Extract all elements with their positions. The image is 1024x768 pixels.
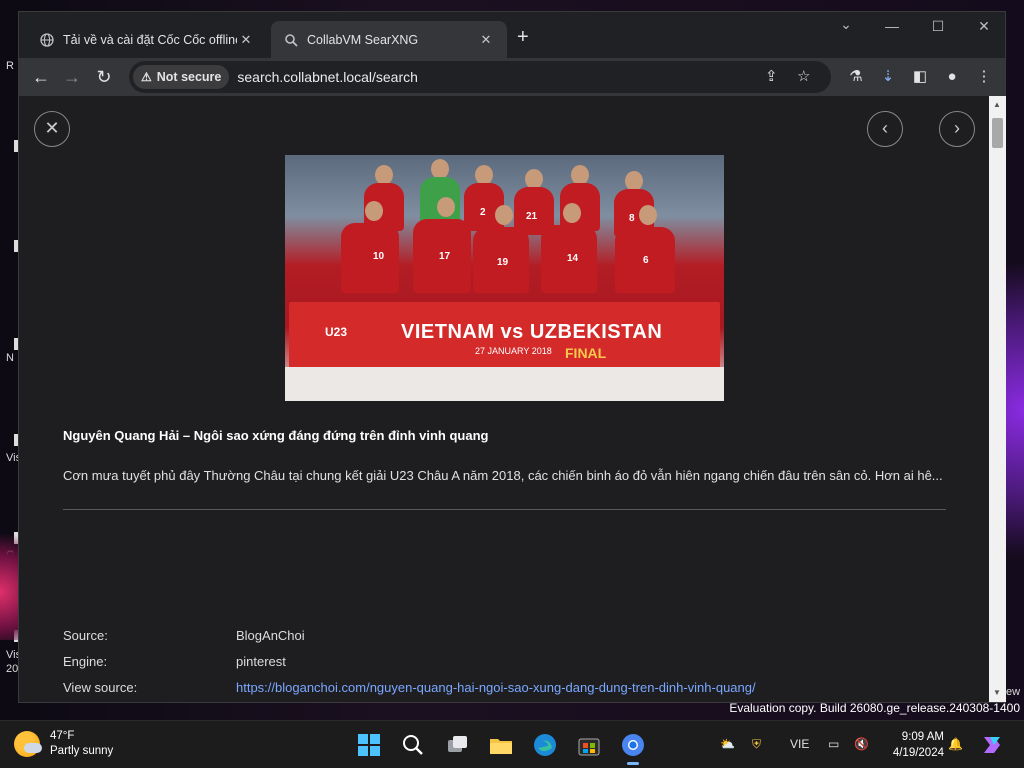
- chrome-icon[interactable]: [620, 732, 646, 765]
- result-description: Cơn mưa tuyết phủ đây Thường Châu tại ch…: [63, 468, 943, 483]
- warning-icon: ⚠: [141, 70, 152, 84]
- tab-strip: Tải về và cài đặt Cốc Cốc offline ✕ Coll…: [19, 12, 1005, 58]
- system-clock[interactable]: 9:09 AM 4/19/2024: [884, 729, 944, 761]
- globe-icon: [39, 32, 55, 48]
- jersey-number: 6: [643, 255, 649, 266]
- address-bar[interactable]: ⚠ Not secure search.collabnet.local/sear…: [129, 61, 831, 93]
- close-tab-icon[interactable]: ✕: [477, 32, 495, 48]
- search-icon[interactable]: [400, 732, 426, 758]
- jersey-number: 17: [439, 251, 451, 262]
- site-security-chip[interactable]: ⚠ Not secure: [133, 65, 230, 89]
- close-preview-button[interactable]: ✕: [34, 111, 70, 147]
- banner-title: VIETNAM vs UZBEKISTAN: [401, 321, 663, 343]
- maximize-button[interactable]: ☐: [915, 18, 961, 35]
- source-label: Source:: [63, 628, 108, 643]
- banner-final: FINAL: [565, 345, 607, 361]
- weather-widget[interactable]: 47°F Partly sunny: [14, 729, 113, 759]
- view-source-link[interactable]: https://bloganchoi.com/nguyen-quang-hai-…: [236, 680, 756, 695]
- side-panel-icon[interactable]: ◧: [907, 64, 933, 90]
- taskbar: 47°F Partly sunny ⛅ ⛨ VIE ▭ 🔇 9:09 AM 4/…: [0, 720, 1024, 768]
- start-button[interactable]: [356, 732, 382, 758]
- bookmark-star-icon[interactable]: ☆: [797, 67, 810, 85]
- snow-ground: [285, 367, 724, 401]
- microsoft-store-icon[interactable]: [576, 732, 602, 758]
- jersey-number: 21: [526, 211, 538, 222]
- weather-temp: 47°F: [50, 730, 75, 742]
- desktop-icon-label: ew: [1006, 686, 1021, 698]
- notification-bell-icon[interactable]: 🔔: [948, 737, 963, 751]
- weather-desc: Partly sunny: [50, 745, 114, 757]
- copilot-icon[interactable]: [980, 733, 1006, 759]
- page-content: ✕ ‹ › 2 21 8 10 17 19 14 6 U23 VIETNAM v…: [19, 96, 989, 702]
- security-shield-icon[interactable]: ⛨: [752, 737, 761, 752]
- wallpaper-swirl: [0, 520, 18, 640]
- page-scrollbar[interactable]: ▲ ▼: [989, 96, 1006, 702]
- wallpaper-swirl: [1004, 200, 1024, 620]
- result-image[interactable]: 2 21 8 10 17 19 14 6 U23 VIETNAM vs UZBE…: [285, 155, 724, 401]
- menu-kebab-icon[interactable]: ⋮: [971, 64, 997, 90]
- clock-date: 4/19/2024: [892, 747, 944, 759]
- jersey-number: 14: [567, 253, 579, 264]
- reload-button[interactable]: ↻: [91, 64, 117, 90]
- profile-icon[interactable]: ●: [939, 64, 965, 90]
- language-indicator[interactable]: VIE: [790, 737, 809, 751]
- edge-icon[interactable]: [532, 732, 558, 758]
- file-explorer-icon[interactable]: [488, 732, 514, 758]
- previous-result-button[interactable]: ‹: [867, 111, 903, 147]
- close-tab-icon[interactable]: ✕: [237, 32, 255, 48]
- tab-coccoc[interactable]: Tải về và cài đặt Cốc Cốc offline ✕: [27, 21, 267, 58]
- engine-label: Engine:: [63, 654, 108, 669]
- network-off-icon[interactable]: ⛅: [720, 737, 735, 751]
- result-title[interactable]: Nguyên Quang Hải – Ngôi sao xứng đáng đứ…: [63, 428, 488, 443]
- jersey-number: 2: [480, 207, 486, 218]
- next-result-button[interactable]: ›: [939, 111, 975, 147]
- tab-searxng[interactable]: CollabVM SearXNG ✕: [271, 21, 507, 58]
- desktop-icon-label: N: [6, 352, 14, 364]
- divider: [63, 509, 946, 510]
- close-window-button[interactable]: ✕: [961, 18, 1007, 35]
- url-text[interactable]: search.collabnet.local/search: [237, 69, 418, 85]
- scroll-down-icon[interactable]: ▼: [993, 688, 1001, 697]
- download-icon[interactable]: ⇣: [875, 64, 901, 90]
- volume-muted-icon[interactable]: 🔇: [854, 737, 869, 751]
- desktop-icon-label: R: [6, 60, 14, 72]
- tab-search-icon[interactable]: ⌄: [823, 16, 869, 33]
- tab-title: CollabVM SearXNG: [307, 32, 419, 47]
- evaluation-watermark: Evaluation copy. Build 26080.ge_release.…: [729, 701, 1020, 715]
- not-secure-label: Not secure: [156, 70, 222, 84]
- browser-toolbar: ← → ↻ ⚠ Not secure search.collabnet.loca…: [19, 58, 1005, 96]
- u23-logo-text: U23: [325, 325, 348, 339]
- partly-sunny-icon: [14, 731, 42, 757]
- scroll-thumb[interactable]: [992, 118, 1003, 148]
- back-button[interactable]: ←: [28, 64, 54, 90]
- tab-title: Tải về và cài đặt Cốc Cốc offline: [63, 32, 237, 47]
- engine-value: pinterest: [236, 654, 286, 669]
- display-icon[interactable]: ▭: [828, 737, 839, 751]
- jersey-number: 8: [629, 213, 635, 224]
- share-icon[interactable]: ⇪: [765, 67, 778, 85]
- scroll-up-icon[interactable]: ▲: [993, 100, 1001, 109]
- forward-button[interactable]: →: [59, 64, 85, 90]
- searxng-icon: [283, 32, 299, 48]
- browser-window: Tải về và cài đặt Cốc Cốc offline ✕ Coll…: [18, 11, 1006, 703]
- jersey-number: 19: [497, 257, 509, 268]
- source-value: BlogAnChoi: [236, 628, 305, 643]
- new-tab-button[interactable]: +: [517, 26, 529, 49]
- labs-flask-icon[interactable]: ⚗: [843, 64, 869, 90]
- jersey-number: 10: [373, 251, 385, 262]
- view-source-label: View source:: [63, 680, 138, 695]
- minimize-button[interactable]: —: [869, 18, 915, 34]
- clock-time: 9:09 AM: [901, 731, 944, 743]
- task-view-icon[interactable]: [444, 732, 470, 758]
- banner-date: 27 JANUARY 2018: [475, 346, 552, 356]
